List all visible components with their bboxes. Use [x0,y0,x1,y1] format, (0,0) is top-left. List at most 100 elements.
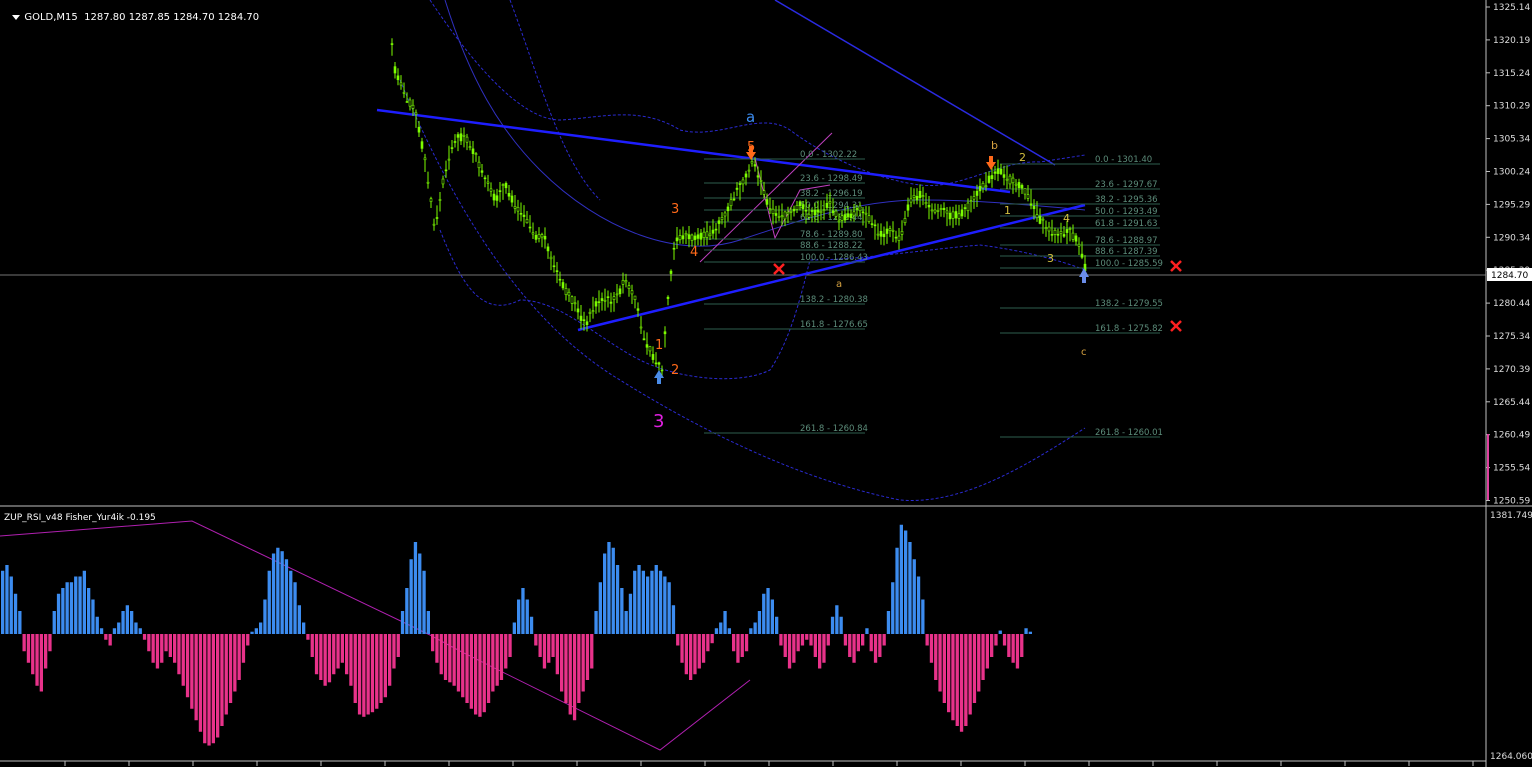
fib-level-label: 88.6 - 1287.39 [1095,247,1158,257]
candle [519,202,523,222]
histogram-bar [99,628,104,634]
fib-level-label: 88.6 - 1288.22 [800,241,863,251]
histogram-bar [65,582,69,634]
histogram-bar [809,634,813,646]
candle [726,202,730,222]
histogram-bar [951,634,955,721]
histogram-bar [228,634,233,703]
histogram-bar [448,634,452,683]
fib-level-label: 161.8 - 1276.65 [800,320,868,330]
candle [717,216,721,234]
histogram-bar [327,634,332,683]
histogram-bar [241,634,246,663]
candle [714,222,718,240]
histogram-bar [306,634,310,640]
histogram-bar [224,634,228,715]
histogram-bar [91,599,95,634]
candle [960,204,964,220]
candle [498,182,502,203]
candle [426,171,430,189]
candle [888,225,892,238]
candle [1071,224,1075,243]
candle [1008,173,1012,189]
candle [624,273,628,288]
candle [1014,178,1018,193]
histogram-bar [607,542,611,634]
candle [921,186,925,206]
histogram-bar [955,634,959,726]
candle [468,140,472,151]
candle [516,199,520,221]
histogram-bar [177,634,181,675]
candle [654,352,658,367]
histogram-bar [405,588,409,634]
histogram-bar [491,634,495,692]
candle [567,288,571,303]
indicator-title: ZUP_RSI_v48 Fisher_Yur4ik -0.195 [4,513,156,523]
price-axis[interactable]: 1325.14 1320.19 1315.24 1310.29 1305.34 1300.… [1486,3,1530,507]
histogram-bar [701,634,706,663]
candle [504,181,508,194]
price-axis-label: 1250.59 [1493,497,1530,507]
long-trendline[interactable] [774,0,1056,166]
histogram-bar [977,634,981,692]
fib-level-label: 78.6 - 1288.97 [1095,236,1158,246]
histogram-bar [861,634,865,646]
histogram-bar [805,634,809,640]
candle [444,160,448,178]
candle [558,271,562,287]
candle [1017,178,1021,198]
histogram-bar [125,605,129,634]
histogram-bar [1028,631,1032,634]
candle [1026,185,1030,202]
fib-level-label: 38.2 - 1296.19 [800,189,863,199]
candle [447,145,451,170]
histogram-bar [142,634,147,640]
histogram-bar [220,634,224,726]
histogram-bar [908,542,912,634]
histogram-bar [547,634,551,663]
candle [864,206,868,228]
histogram-bar [112,628,117,634]
histogram-bar [332,634,336,675]
histogram-bar [732,634,736,652]
histogram-bar [69,582,74,634]
histogram-bar [357,634,362,715]
candle [597,290,601,313]
histogram-bar [319,634,323,680]
histogram-bar [194,634,198,721]
histogram-bar [31,634,35,675]
fib-level-label: 78.6 - 1289.80 [800,230,863,240]
wave-label-2-right: 2 [1019,151,1026,164]
histogram-bar [435,634,439,663]
histogram-bar [117,622,121,634]
candle [996,159,1000,182]
candle [507,185,511,201]
candle [999,163,1003,176]
candle [981,181,985,193]
candle [741,176,745,193]
fib-levels-right[interactable]: 0.0 - 1301.40 23.6 - 1297.67 38.2 - 1295.3… [1000,155,1163,438]
candle [522,205,526,227]
wave-label-5: 5 [747,140,755,155]
histogram-bar [508,634,512,657]
wave-label-a: a [746,108,755,126]
candle [993,165,997,181]
histogram-bar [749,628,753,634]
histogram-bar [856,634,860,652]
histogram-bar [529,616,534,634]
price-chart[interactable]: 0.0 - 1302.22 23.6 - 1298.49 38.2 - 1296.1… [0,0,1532,767]
price-axis-label: 1325.14 [1493,3,1530,13]
histogram-bar [985,634,989,669]
histogram-bar [280,551,284,634]
histogram-bar [216,634,220,738]
histogram-bar [818,634,822,669]
histogram-bar [392,634,396,669]
wave-label-1: 1 [655,338,663,353]
histogram-bar [822,634,826,663]
histogram-bar [658,570,663,634]
histogram-bar [190,634,194,709]
histogram-bar [925,634,929,646]
candle [645,332,649,355]
histogram-bar [56,593,61,634]
